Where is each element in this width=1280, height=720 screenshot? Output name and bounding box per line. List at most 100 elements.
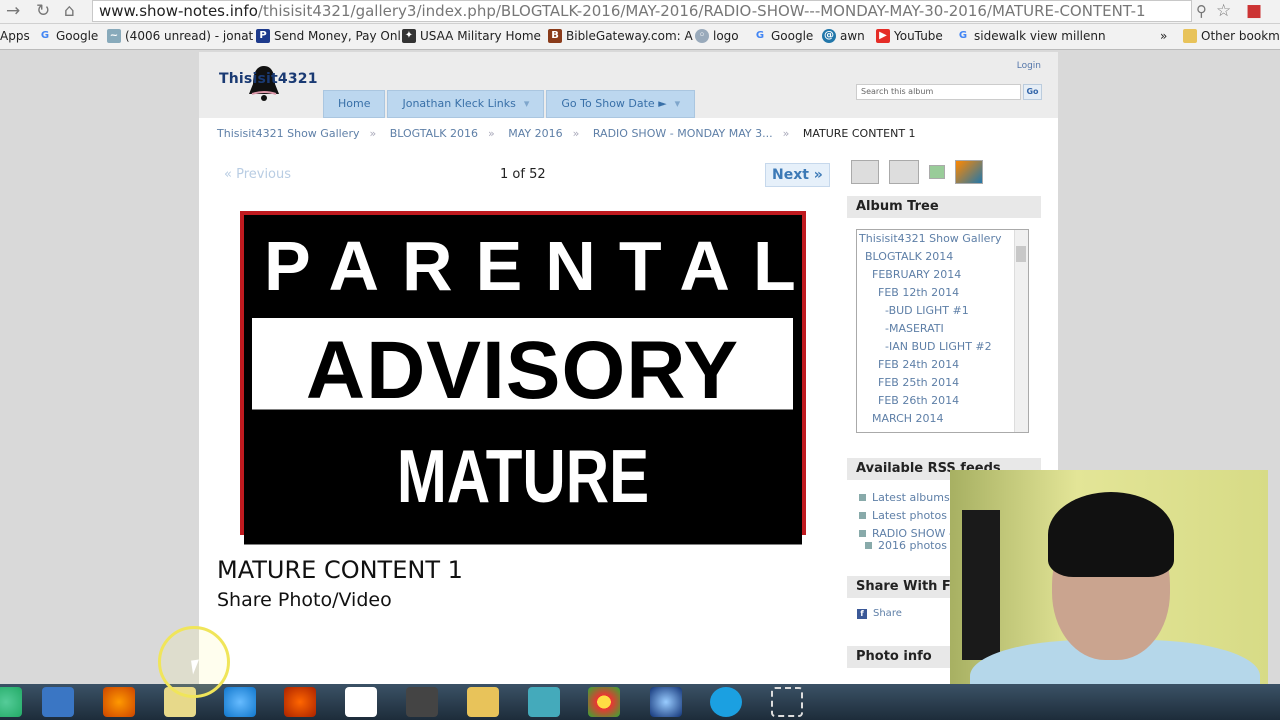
tree-item[interactable]: -IAN BUD LIGHT #2 [857,338,1028,356]
tree-item[interactable]: FEB 24th 2014 [857,356,1028,374]
paypal-icon: P [256,29,270,43]
url-path: /thisisit4321/gallery3/index.php/BLOGTAL… [257,2,1146,20]
facebook-share-button[interactable]: f Share [857,608,902,619]
fire-app-icon[interactable] [284,687,316,717]
mail-icon: ~ [107,29,121,43]
home-icon[interactable]: ⌂ [64,1,75,21]
tab-home[interactable]: Home [323,90,386,118]
tree-item[interactable]: FEBRUARY 2014 [857,266,1028,284]
bookmark-mail[interactable]: ~ (4006 unread) - jonat [107,29,253,43]
firefox-icon[interactable] [103,687,135,717]
app-icon[interactable] [528,687,560,717]
google-icon: G [958,30,968,41]
bookmark-paypal[interactable]: P Send Money, Pay Onl [256,29,401,43]
tab-go-to-show-date[interactable]: Go To Show Date ► ▾ [546,90,696,118]
photo-text-mature-content: MATURE CONTENT [244,409,802,653]
share-heading: Share Photo/Video [217,589,392,611]
bookmark-apps[interactable]: Apps [0,29,30,43]
chrome-icon[interactable] [588,687,620,717]
chevron-down-icon: ▾ [674,97,681,110]
breadcrumb: Thisisit4321 Show Gallery» BLOGTALK 2016… [217,127,916,140]
bookmark-google-2[interactable]: G Google [753,29,813,43]
bookmark-sidewalk[interactable]: Gsidewalk view millenn [956,29,1106,43]
usaa-icon: ✦ [402,29,416,43]
youtube-icon: ▶ [876,29,890,43]
bookmark-logo[interactable]: ◦ logo [695,29,739,43]
rss-link[interactable]: 2016 photos an [859,539,964,552]
google-icon: G [755,30,765,41]
facebook-icon: f [857,609,867,619]
ebay-icon[interactable] [345,687,377,717]
tree-item[interactable]: FEB 26th 2014 [857,392,1028,410]
download-icon[interactable] [929,165,945,179]
bookmark-google[interactable]: G Google [38,29,98,43]
tree-item[interactable]: -MASERATI [857,320,1028,338]
breadcrumb-item[interactable]: MAY 2016 [508,127,562,140]
tree-item[interactable]: Thisisit4321 Show Gallery [857,230,1028,248]
internet-explorer-icon[interactable] [224,687,256,717]
rss-link[interactable]: Latest photos a [859,509,957,522]
tree-item[interactable]: MARCH 2014 [857,410,1028,428]
snipping-tool-icon[interactable] [771,687,803,717]
webcam-overlay [950,470,1268,710]
breadcrumb-item[interactable]: Thisisit4321 Show Gallery [217,127,359,140]
slideshow-icon[interactable] [889,160,919,184]
rss-link[interactable]: Latest albums [859,491,950,504]
address-bar[interactable]: www.show-notes.info/thisisit4321/gallery… [92,0,1192,22]
awn-icon: @ [822,29,836,43]
extension-icon[interactable]: ■ [1246,1,1262,21]
start-icon[interactable] [0,687,22,717]
edit-icon[interactable] [851,160,879,184]
folder-icon [1183,29,1197,43]
main-photo[interactable]: PARENTAL ADVISORY MATURE CONTENT [240,211,806,653]
bookmarks-bar: Apps G Google ~ (4006 unread) - jonat P Sen… [0,24,1280,50]
photo-text-parental: PARENTAL [244,215,802,318]
media-icon[interactable] [406,687,438,717]
reload-icon[interactable]: ↻ [36,1,50,21]
tree-item[interactable]: BLOGTALK 2014 [857,248,1028,266]
tree-item[interactable]: FEB 25th 2014 [857,374,1028,392]
gallery-page: Thisisit4321 Home Jonathan Kleck Links ▾ … [199,52,1058,684]
tree-item[interactable]: FEB 12th 2014 [857,284,1028,302]
sidebar-toolbar [851,160,983,184]
album-search-input[interactable]: Search this album [856,84,1021,100]
bookmarks-overflow[interactable]: » [1160,29,1167,43]
photo-text-advisory: ADVISORY [252,318,793,423]
tree-scrollbar[interactable] [1014,230,1028,432]
breadcrumb-current: MATURE CONTENT 1 [802,127,916,140]
album-tree-list[interactable]: Thisisit4321 Show Gallery BLOGTALK 2014 … [856,229,1029,433]
bookmark-youtube[interactable]: ▶ YouTube [876,29,943,43]
scrollbar-thumb[interactable] [1016,246,1026,262]
main-nav: Home Jonathan Kleck Links ▾ Go To Show Da… [323,90,696,118]
bookmark-awn[interactable]: @ awn [822,29,865,43]
search-go-button[interactable]: Go [1023,84,1042,100]
tab-jonathan-kleck-links[interactable]: Jonathan Kleck Links ▾ [387,90,545,118]
url-host: www.show-notes.info [99,2,258,20]
webcam-tv [962,510,1000,660]
google-icon: G [40,30,50,41]
globe-icon: ◦ [695,29,709,43]
item-title: MATURE CONTENT 1 [217,556,463,584]
site-logo[interactable]: Thisisit4321 [219,71,318,87]
site-header: Thisisit4321 Home Jonathan Kleck Links ▾ … [199,52,1058,118]
webcam-person-beanie [1048,492,1174,577]
google-earth-icon[interactable] [650,687,682,717]
album-tree-heading: Album Tree [847,196,1041,218]
bookmark-other[interactable]: Other bookma [1183,29,1280,43]
forward-icon[interactable]: → [6,1,20,21]
skype-icon[interactable] [710,687,742,717]
search-icon[interactable]: ⚲ [1196,1,1207,21]
bookmark-usaa[interactable]: ✦ USAA Military Home [402,29,541,43]
tree-item[interactable]: -BUD LIGHT #1 [857,302,1028,320]
breadcrumb-item[interactable]: RADIO SHOW - MONDAY MAY 3... [593,127,773,140]
next-button[interactable]: Next » [765,163,830,187]
chevron-down-icon: ▾ [523,97,530,110]
login-link[interactable]: Login [1017,61,1041,71]
check-app-icon[interactable] [42,687,74,717]
star-icon[interactable]: ☆ [1216,1,1231,21]
previous-button[interactable]: « Previous [224,167,291,182]
bookmark-biblegateway[interactable]: B BibleGateway.com: A [548,29,693,43]
file-explorer-icon[interactable] [467,687,499,717]
social-icon[interactable] [955,160,983,184]
breadcrumb-item[interactable]: BLOGTALK 2016 [390,127,478,140]
